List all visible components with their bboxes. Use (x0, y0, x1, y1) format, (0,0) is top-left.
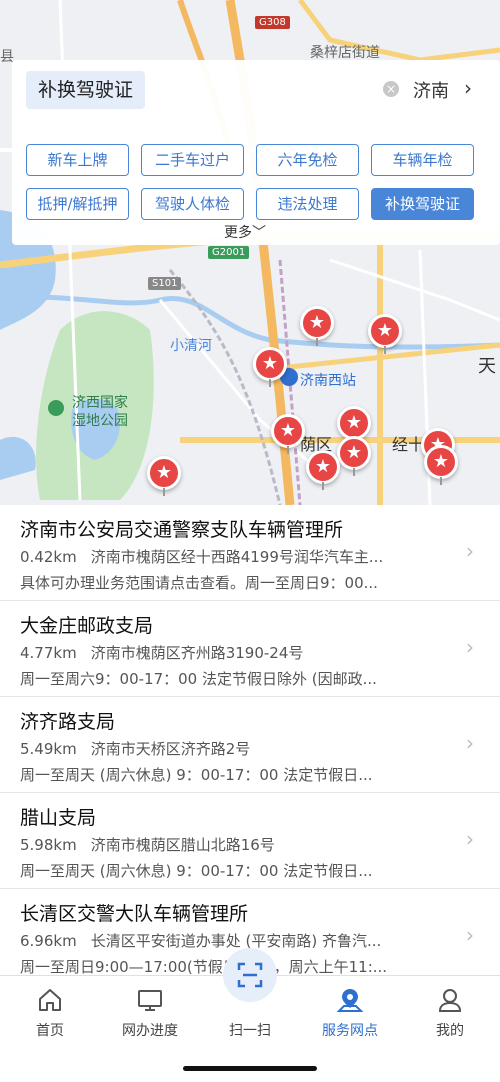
tab-label: 网办进度 (122, 1023, 178, 1039)
chip-annual-inspection[interactable]: 车辆年检 (371, 144, 474, 176)
chevron-right-icon[interactable]: › (464, 76, 472, 100)
item-address-line: 4.77km 济南市槐荫区齐州路3190-24号 (20, 642, 460, 663)
map-label-xiaoqinghe: 小清河 (170, 338, 212, 354)
item-name: 大金庄邮政支局 (20, 615, 154, 637)
tab-label: 首页 (36, 1023, 64, 1039)
chevron-right-icon: › (466, 731, 474, 755)
map-label-wetland-1: 济西国家 (72, 395, 128, 411)
item-address-line: 5.49km 济南市天桥区济齐路2号 (20, 738, 460, 759)
item-detail: 周一至周六9：00-17：00 法定节假日除外 (因邮政... (20, 670, 377, 688)
more-button[interactable]: 更多﹀ (224, 222, 266, 242)
item-address-line: 5.98km 济南市槐荫区腊山北路16号 (20, 834, 460, 855)
chevron-right-icon: › (466, 635, 474, 659)
tab-progress[interactable]: 网办进度 (100, 976, 200, 1046)
road-badge-s101: S101 (148, 277, 182, 290)
search-panel: 补换驾驶证 × 济南 › 新车上牌 二手车过户 六年免检 车辆年检 抵押/解抵押… (12, 60, 500, 245)
tab-service-points[interactable]: 服务网点 (300, 976, 400, 1046)
service-pin[interactable]: ★ (306, 450, 340, 484)
map-label-jinan-west-station: 济南西站 (300, 373, 356, 389)
item-address-line: 6.96km 长清区平安街道办事处 (平安南路) 齐鲁汽... (20, 930, 460, 951)
tab-label: 我的 (436, 1023, 464, 1039)
item-detail: 具体可办理业务范围请点击查看。周一至周日9：00... (20, 574, 378, 592)
service-pin[interactable]: ★ (271, 414, 305, 448)
item-name: 腊山支局 (20, 807, 97, 829)
result-list[interactable]: 济南市公安局交通警察支队车辆管理所 0.42km 济南市槐荫区经十西路4199号润… (0, 505, 500, 975)
item-name: 济南市公安局交通警察支队车辆管理所 (20, 519, 344, 541)
item-address: 济南市槐荫区腊山北路16号 (90, 836, 275, 854)
chip-replace-license[interactable]: 补换驾驶证 (371, 188, 474, 220)
chip-driver-medical[interactable]: 驾驶人体检 (141, 188, 244, 220)
user-icon (438, 989, 462, 1012)
service-pin[interactable]: ★ (424, 445, 458, 479)
chevron-right-icon: › (466, 539, 474, 563)
list-item[interactable]: 济齐路支局 5.49km 济南市天桥区济齐路2号 周一至周天 (周六休息) 9：0… (0, 697, 500, 793)
item-distance: 6.96km (20, 932, 77, 950)
home-icon (39, 989, 61, 1011)
chip-used-car-transfer[interactable]: 二手车过户 (141, 144, 244, 176)
chevron-right-icon: › (466, 923, 474, 947)
tab-scan[interactable]: 扫一扫 (200, 948, 300, 1046)
tab-home[interactable]: 首页 (0, 976, 100, 1046)
item-distance: 4.77km (20, 644, 77, 662)
park-icon (48, 400, 64, 416)
search-query-tag[interactable]: 补换驾驶证 (26, 71, 146, 109)
service-pin[interactable]: ★ (368, 314, 402, 348)
clear-icon[interactable]: × (383, 81, 399, 97)
chip-violation[interactable]: 违法处理 (256, 188, 359, 220)
item-address: 济南市天桥区济齐路2号 (90, 740, 251, 758)
chip-six-year-exempt[interactable]: 六年免检 (256, 144, 359, 176)
service-pin[interactable]: ★ (253, 347, 287, 381)
list-item[interactable]: 大金庄邮政支局 4.77km 济南市槐荫区齐州路3190-24号 周一至周六9：0… (0, 601, 500, 697)
item-distance: 5.98km (20, 836, 77, 854)
item-distance: 5.49km (20, 740, 77, 758)
road-badge-g2001: G2001 (208, 246, 250, 259)
item-name: 济齐路支局 (20, 711, 116, 733)
chip-new-plate[interactable]: 新车上牌 (26, 144, 129, 176)
search-bar[interactable]: 补换驾驶证 × 济南 › (12, 60, 500, 120)
service-pin[interactable]: ★ (337, 436, 371, 470)
item-address: 济南市槐荫区齐州路3190-24号 (90, 644, 304, 662)
home-indicator (183, 1066, 317, 1071)
item-address: 长清区平安街道办事处 (平安南路) 齐鲁汽... (90, 932, 382, 950)
item-address-line: 0.42km 济南市槐荫区经十西路4199号润华汽车主... (20, 546, 460, 567)
tab-mine[interactable]: 我的 (400, 976, 500, 1046)
map-label-jing: 经十 (392, 435, 425, 454)
map-pin-icon (336, 989, 364, 1012)
service-pin[interactable]: ★ (300, 306, 334, 340)
city-selector[interactable]: 济南 (413, 77, 449, 103)
service-pin[interactable]: ★ (337, 406, 371, 440)
scan-button[interactable] (223, 948, 277, 1002)
scan-icon (237, 962, 263, 988)
map-label-wetland-2: 湿地公园 (72, 413, 128, 429)
tab-label: 服务网点 (322, 1023, 378, 1039)
tab-label: 扫一扫 (229, 1023, 271, 1039)
map-label-tian: 天 (478, 356, 496, 377)
chip-mortgage[interactable]: 抵押/解抵押 (26, 188, 129, 220)
map-label-sangzidian: 桑梓店街道 (310, 45, 380, 61)
item-detail: 周一至周天 (周六休息) 9：00-17：00 法定节假日... (20, 766, 373, 784)
item-detail: 周一至周天 (周六休息) 9：00-17：00 法定节假日... (20, 862, 373, 880)
road-badge-g308: G308 (255, 16, 290, 29)
item-name: 长清区交警大队车辆管理所 (20, 903, 249, 925)
service-pin[interactable]: ★ (147, 456, 181, 490)
list-item[interactable]: 腊山支局 5.98km 济南市槐荫区腊山北路16号 周一至周天 (周六休息) 9：… (0, 793, 500, 889)
list-item[interactable]: 济南市公安局交通警察支队车辆管理所 0.42km 济南市槐荫区经十西路4199号润… (0, 505, 500, 601)
item-address: 济南市槐荫区经十西路4199号润华汽车主... (90, 548, 384, 566)
item-distance: 0.42km (20, 548, 77, 566)
chevron-right-icon: › (466, 827, 474, 851)
monitor-icon (138, 990, 162, 1011)
bottom-tab-bar: 首页 网办进度 扫一扫 服务网点 我的 (0, 948, 500, 1082)
